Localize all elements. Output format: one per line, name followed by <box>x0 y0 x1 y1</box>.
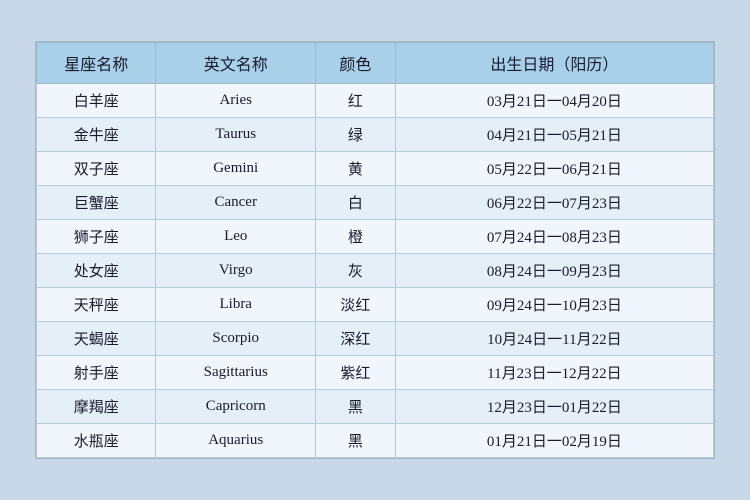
cell-dates: 06月22日一07月23日 <box>395 186 713 220</box>
table-row: 射手座Sagittarius紫红11月23日一12月22日 <box>37 356 714 390</box>
cell-dates: 03月21日一04月20日 <box>395 84 713 118</box>
cell-dates: 04月21日一05月21日 <box>395 118 713 152</box>
zodiac-table-container: 星座名称 英文名称 颜色 出生日期（阳历） 白羊座Aries红03月21日一04… <box>35 41 715 459</box>
cell-chinese: 双子座 <box>37 152 156 186</box>
cell-dates: 11月23日一12月22日 <box>395 356 713 390</box>
cell-dates: 12月23日一01月22日 <box>395 390 713 424</box>
cell-chinese: 射手座 <box>37 356 156 390</box>
cell-color: 橙 <box>315 220 395 254</box>
cell-english: Libra <box>156 288 316 322</box>
header-chinese: 星座名称 <box>37 43 156 84</box>
cell-english: Sagittarius <box>156 356 316 390</box>
cell-chinese: 天秤座 <box>37 288 156 322</box>
cell-dates: 05月22日一06月21日 <box>395 152 713 186</box>
table-row: 水瓶座Aquarius黑01月21日一02月19日 <box>37 424 714 458</box>
table-row: 天秤座Libra淡红09月24日一10月23日 <box>37 288 714 322</box>
table-row: 天蝎座Scorpio深红10月24日一11月22日 <box>37 322 714 356</box>
cell-color: 黑 <box>315 390 395 424</box>
cell-color: 黑 <box>315 424 395 458</box>
table-row: 摩羯座Capricorn黑12月23日一01月22日 <box>37 390 714 424</box>
cell-chinese: 白羊座 <box>37 84 156 118</box>
cell-color: 灰 <box>315 254 395 288</box>
cell-chinese: 天蝎座 <box>37 322 156 356</box>
cell-chinese: 水瓶座 <box>37 424 156 458</box>
table-row: 处女座Virgo灰08月24日一09月23日 <box>37 254 714 288</box>
cell-dates: 01月21日一02月19日 <box>395 424 713 458</box>
cell-english: Virgo <box>156 254 316 288</box>
header-color: 颜色 <box>315 43 395 84</box>
cell-english: Cancer <box>156 186 316 220</box>
zodiac-table: 星座名称 英文名称 颜色 出生日期（阳历） 白羊座Aries红03月21日一04… <box>36 42 714 458</box>
cell-english: Capricorn <box>156 390 316 424</box>
cell-chinese: 金牛座 <box>37 118 156 152</box>
header-english: 英文名称 <box>156 43 316 84</box>
cell-chinese: 摩羯座 <box>37 390 156 424</box>
cell-dates: 08月24日一09月23日 <box>395 254 713 288</box>
cell-english: Gemini <box>156 152 316 186</box>
table-header-row: 星座名称 英文名称 颜色 出生日期（阳历） <box>37 43 714 84</box>
cell-english: Aries <box>156 84 316 118</box>
table-row: 金牛座Taurus绿04月21日一05月21日 <box>37 118 714 152</box>
cell-color: 绿 <box>315 118 395 152</box>
table-row: 狮子座Leo橙07月24日一08月23日 <box>37 220 714 254</box>
cell-english: Leo <box>156 220 316 254</box>
cell-english: Scorpio <box>156 322 316 356</box>
cell-dates: 09月24日一10月23日 <box>395 288 713 322</box>
table-row: 白羊座Aries红03月21日一04月20日 <box>37 84 714 118</box>
cell-chinese: 处女座 <box>37 254 156 288</box>
cell-color: 白 <box>315 186 395 220</box>
table-row: 双子座Gemini黄05月22日一06月21日 <box>37 152 714 186</box>
cell-dates: 07月24日一08月23日 <box>395 220 713 254</box>
cell-color: 淡红 <box>315 288 395 322</box>
cell-color: 黄 <box>315 152 395 186</box>
cell-color: 红 <box>315 84 395 118</box>
cell-color: 深红 <box>315 322 395 356</box>
table-row: 巨蟹座Cancer白06月22日一07月23日 <box>37 186 714 220</box>
cell-english: Aquarius <box>156 424 316 458</box>
cell-chinese: 狮子座 <box>37 220 156 254</box>
cell-color: 紫红 <box>315 356 395 390</box>
cell-chinese: 巨蟹座 <box>37 186 156 220</box>
header-date: 出生日期（阳历） <box>395 43 713 84</box>
cell-dates: 10月24日一11月22日 <box>395 322 713 356</box>
cell-english: Taurus <box>156 118 316 152</box>
